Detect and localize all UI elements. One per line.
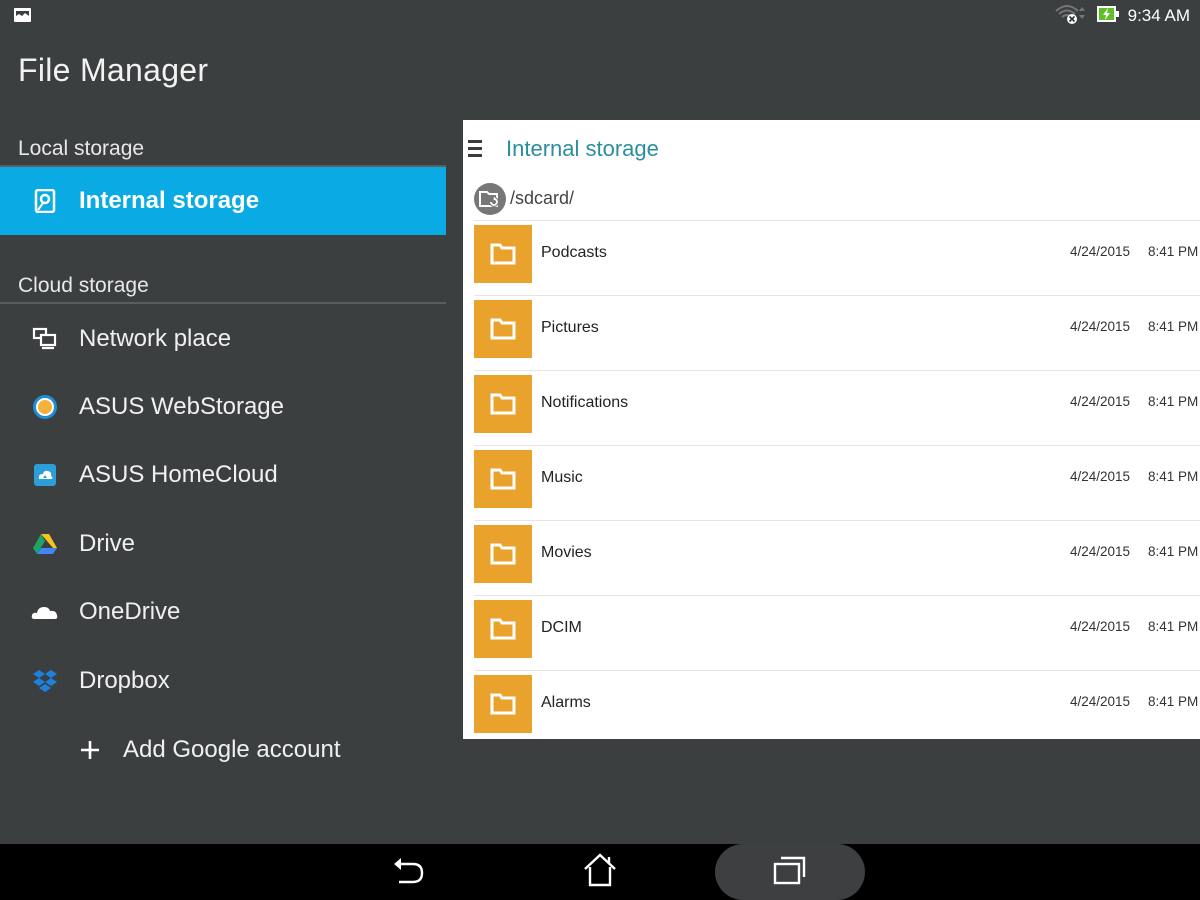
sidebar-item-label: ASUS HomeCloud: [79, 461, 278, 488]
status-time: 9:34 AM: [1127, 6, 1190, 25]
back-icon: [393, 855, 427, 889]
file-date: 4/24/2015: [1070, 394, 1131, 409]
cloud-storage-label: Cloud storage: [18, 274, 149, 297]
sidebar-item-label: OneDrive: [79, 598, 181, 625]
storage-icon: [31, 187, 59, 215]
file-name: Music: [541, 469, 583, 486]
file-row[interactable]: Movies 4/24/2015 8:41 PM: [474, 520, 1200, 595]
wifi-disconnected-icon: [1054, 3, 1088, 29]
battery-charging-icon: [1096, 5, 1120, 27]
file-time: 8:41 PM: [1148, 394, 1199, 409]
home-button[interactable]: [565, 844, 635, 900]
file-date: 4/24/2015: [1070, 694, 1131, 709]
file-time: 8:41 PM: [1148, 619, 1199, 634]
network-place-icon: [31, 325, 59, 353]
asus-webstorage-icon: [31, 393, 59, 421]
file-name: Alarms: [541, 694, 591, 711]
sidebar-item-asus-webstorage[interactable]: ASUS WebStorage: [0, 373, 446, 441]
back-button[interactable]: [375, 844, 445, 900]
file-name: Notifications: [541, 394, 629, 411]
file-time: 8:41 PM: [1148, 694, 1199, 709]
current-path: /sdcard/: [510, 188, 575, 208]
recent-apps-button[interactable]: [715, 844, 865, 900]
file-time: 8:41 PM: [1148, 319, 1199, 334]
sidebar-item-label: Network place: [79, 325, 232, 352]
file-name: DCIM: [541, 619, 582, 636]
recent-apps-icon: [773, 855, 807, 889]
google-drive-icon: [31, 530, 59, 558]
system-nav-bar: [0, 844, 1200, 900]
asus-homecloud-icon: [31, 461, 59, 489]
file-name: Movies: [541, 544, 592, 561]
add-google-account-button[interactable]: Add Google account: [0, 716, 446, 784]
app-title: File Manager: [18, 52, 209, 88]
onedrive-icon: [31, 598, 59, 626]
file-name: Podcasts: [541, 244, 607, 261]
menu-icon[interactable]: [468, 140, 482, 157]
local-storage-label: Local storage: [18, 137, 145, 160]
folder-up-icon[interactable]: [474, 183, 506, 215]
folder-icon: [474, 375, 532, 433]
file-panel: Internal storage /sdcard/ Podcasts 4/24/…: [463, 120, 1200, 739]
file-row[interactable]: Alarms 4/24/2015 8:41 PM: [474, 670, 1200, 745]
sidebar-item-dropbox[interactable]: Dropbox: [0, 647, 446, 715]
status-bar: 9:34 AM: [0, 0, 1200, 34]
sidebar-item-drive[interactable]: Drive: [0, 510, 446, 578]
sidebar-item-onedrive[interactable]: OneDrive: [0, 578, 446, 646]
folder-icon: [474, 225, 532, 283]
image-notification-icon: [14, 8, 31, 22]
panel-header: Internal storage: [463, 120, 1200, 178]
sidebar-item-label: ASUS WebStorage: [79, 393, 284, 420]
file-row[interactable]: Pictures 4/24/2015 8:41 PM: [474, 295, 1200, 370]
sidebar-item-network-place[interactable]: Network place: [0, 305, 446, 373]
panel-title: Internal storage: [506, 136, 659, 161]
sidebar-item-asus-homecloud[interactable]: ASUS HomeCloud: [0, 441, 446, 509]
sidebar-item-label: Internal storage: [79, 187, 260, 214]
folder-icon: [474, 600, 532, 658]
divider: [0, 302, 446, 304]
file-row[interactable]: Notifications 4/24/2015 8:41 PM: [474, 370, 1200, 445]
file-name: Pictures: [541, 319, 599, 336]
sidebar-item-label: Drive: [79, 530, 136, 557]
file-date: 4/24/2015: [1070, 544, 1131, 559]
home-icon: [582, 853, 618, 891]
file-date: 4/24/2015: [1070, 244, 1131, 259]
file-time: 8:41 PM: [1148, 544, 1199, 559]
file-date: 4/24/2015: [1070, 469, 1131, 484]
file-date: 4/24/2015: [1070, 619, 1131, 634]
plus-icon: [76, 736, 104, 764]
sidebar-item-label: Dropbox: [79, 667, 170, 694]
folder-icon: [474, 300, 532, 358]
folder-icon: [474, 450, 532, 508]
folder-icon: [474, 675, 532, 733]
dropbox-icon: [31, 667, 59, 695]
sidebar-item-internal-storage[interactable]: Internal storage: [0, 167, 446, 235]
add-google-account-label: Add Google account: [123, 736, 341, 763]
breadcrumb: /sdcard/: [463, 178, 1200, 220]
file-time: 8:41 PM: [1148, 244, 1199, 259]
file-time: 8:41 PM: [1148, 469, 1199, 484]
file-row[interactable]: Music 4/24/2015 8:41 PM: [474, 445, 1200, 520]
file-date: 4/24/2015: [1070, 319, 1131, 334]
file-row[interactable]: DCIM 4/24/2015 8:41 PM: [474, 595, 1200, 670]
folder-icon: [474, 525, 532, 583]
file-row[interactable]: Podcasts 4/24/2015 8:41 PM: [474, 220, 1200, 295]
